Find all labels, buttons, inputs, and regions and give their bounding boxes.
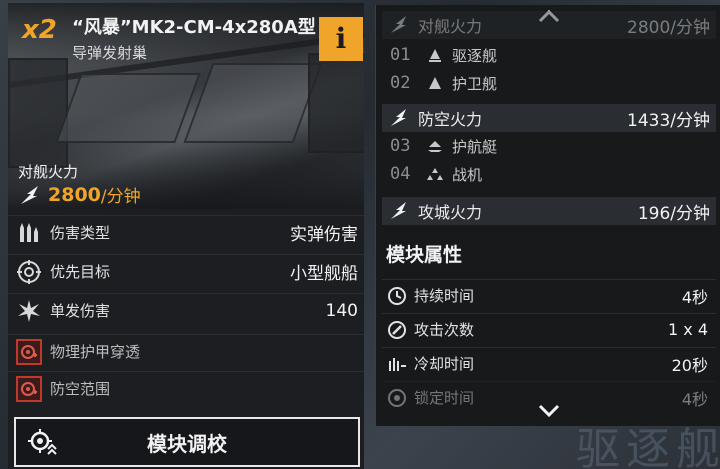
anti-air-firepower-row: 防空火力 1433/分钟 <box>382 104 716 132</box>
primary-stat-value: 2800 <box>48 183 101 206</box>
ammo-icon <box>14 218 44 248</box>
target-index: 02 <box>390 73 411 93</box>
frigate-icon <box>429 77 441 89</box>
attribute-value: 1 x 4 <box>668 320 708 339</box>
firepower-label: 防空火力 <box>418 110 483 129</box>
escort-icon <box>428 141 442 152</box>
info-button[interactable]: i <box>319 17 363 61</box>
scroll-down-chevron-icon[interactable] <box>536 403 562 419</box>
module-multiplier: x2 <box>22 15 57 45</box>
stat-label: 防空范围 <box>50 380 111 398</box>
fighter-icon <box>427 168 443 180</box>
tune-icon <box>28 429 57 455</box>
module-title: “风暴”MK2-CM-4x280A型 <box>72 17 316 38</box>
target-label: 护卫舰 <box>452 74 498 93</box>
target-label: 护航艇 <box>452 137 498 156</box>
module-attributes-title: 模块属性 <box>386 244 463 266</box>
stat-row-single-damage: 单发伤害 140 <box>8 293 364 327</box>
primary-stat-label: 对舰火力 <box>18 163 79 181</box>
firepower-label: 攻城火力 <box>418 203 483 222</box>
primary-stat-unit: /分钟 <box>100 187 141 207</box>
tune-button-label: 模块调校 <box>147 431 227 456</box>
attribute-label: 攻击次数 <box>414 321 475 339</box>
firepower-value: 2800/分钟 <box>627 17 710 38</box>
air-defense-range-icon <box>16 375 42 402</box>
target-row-escort: 03 护航艇 <box>382 132 716 160</box>
anti-ship-firepower-icon <box>21 185 38 204</box>
module-tune-button[interactable]: 模块调校 <box>14 417 360 467</box>
target-index: 04 <box>390 164 411 184</box>
stat-row-damage-type: 伤害类型 实弹伤害 <box>8 215 364 249</box>
anti-ship-firepower-icon <box>391 16 406 33</box>
attribute-row-attack-count: 攻击次数 1 x 4 <box>382 313 716 345</box>
destroyer-icon <box>429 49 441 62</box>
attribute-row-cooldown: 冷却时间 20秒 <box>382 347 716 379</box>
stat-row-air-defense-range: 防空范围 <box>8 371 364 405</box>
target-index: 01 <box>390 45 411 65</box>
module-subtitle: 导弹发射巢 <box>72 44 148 62</box>
module-title-block: “风暴”MK2-CM-4x280A型 导弹发射巢 <box>72 13 316 63</box>
stat-label: 物理护甲穿透 <box>50 343 141 361</box>
attribute-value: 4秒 <box>681 389 708 409</box>
firepower-label: 对舰火力 <box>418 17 483 36</box>
anti-ship-firepower-row: 对舰火力 2800/分钟 <box>382 11 716 39</box>
stat-label: 伤害类型 <box>50 224 111 242</box>
attribute-label: 持续时间 <box>414 287 475 305</box>
attack-count-icon <box>388 320 406 339</box>
attribute-label: 冷却时间 <box>414 355 475 373</box>
stat-value: 实弹伤害 <box>290 225 358 245</box>
target-index: 03 <box>390 136 411 156</box>
cooldown-icon <box>389 357 406 371</box>
attribute-row-duration: 持续时间 4秒 <box>382 279 716 311</box>
siege-firepower-icon <box>391 202 406 219</box>
burst-icon <box>14 296 44 326</box>
target-row-destroyer: 01 驱逐舰 <box>382 41 716 69</box>
stat-row-armor-penetration: 物理护甲穿透 <box>8 334 364 368</box>
stat-value: 小型舰船 <box>290 264 358 284</box>
attribute-value: 20秒 <box>671 355 708 375</box>
target-row-fighter: 04 战机 <box>382 160 716 188</box>
stat-row-priority-target: 优先目标 小型舰船 <box>8 254 364 288</box>
attribute-value: 4秒 <box>681 287 708 307</box>
firepower-value: 1433/分钟 <box>627 110 710 131</box>
lock-time-icon <box>388 388 406 407</box>
armor-penetration-icon <box>16 338 42 365</box>
firepower-panel[interactable]: 对舰火力 2800/分钟 01 驱逐舰 02 护卫舰 防空火力 1433/分钟 … <box>375 5 720 426</box>
module-card: x2 “风暴”MK2-CM-4x280A型 导弹发射巢 i 对舰火力 2800 … <box>8 3 364 469</box>
target-label: 战机 <box>452 165 483 184</box>
stat-label: 单发伤害 <box>50 302 111 320</box>
stat-label: 优先目标 <box>50 263 111 281</box>
anti-air-firepower-icon <box>391 109 406 126</box>
stat-value: 140 <box>325 300 358 321</box>
primary-stat: 2800 /分钟 <box>18 182 141 207</box>
crosshair-icon <box>14 257 44 287</box>
target-row-frigate: 02 护卫舰 <box>382 69 716 97</box>
target-label: 驱逐舰 <box>452 46 498 65</box>
firepower-value: 196/分钟 <box>637 203 710 224</box>
siege-firepower-row: 攻城火力 196/分钟 <box>382 197 716 225</box>
clock-icon <box>388 286 406 305</box>
